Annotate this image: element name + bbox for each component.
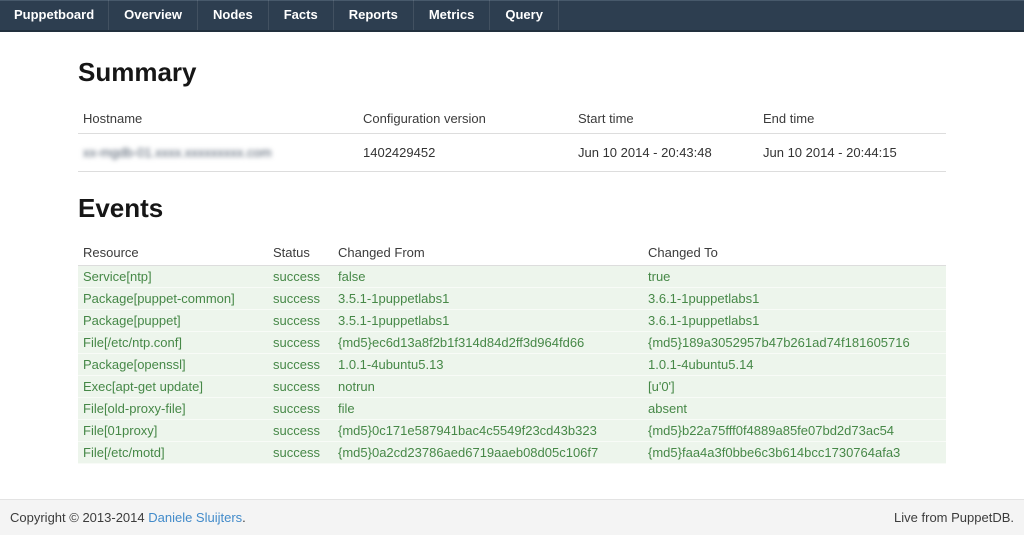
event-changed-to: {md5}189a3052957b47b261ad74f181605716	[643, 331, 946, 353]
hostname-link-redacted[interactable]: xx-mgdb-01.xxxx.xxxxxxxxx.com	[83, 145, 272, 160]
summary-header-row: Hostname Configuration version Start tim…	[78, 104, 946, 134]
event-status: success	[268, 397, 333, 419]
copyright-text: Copyright © 2013-2014	[10, 510, 148, 525]
author-link[interactable]: Daniele Sluijters	[148, 510, 242, 525]
event-row: Service[ntp]successfalsetrue	[78, 265, 946, 287]
event-changed-to: true	[643, 265, 946, 287]
event-resource: Service[ntp]	[78, 265, 268, 287]
nav-item-facts[interactable]: Facts	[269, 0, 334, 30]
event-status: success	[268, 265, 333, 287]
nav-item-nodes[interactable]: Nodes	[198, 0, 269, 30]
event-changed-from: 3.5.1-1puppetlabs1	[333, 309, 643, 331]
summary-row: xx-mgdb-01.xxxx.xxxxxxxxx.com 1402429452…	[78, 133, 946, 171]
footer: Copyright © 2013-2014 Daniele Sluijters.…	[0, 499, 1024, 535]
navbar-brand[interactable]: Puppetboard	[0, 0, 109, 30]
event-changed-from: {md5}ec6d13a8f2b1f314d84d2ff3d964fd66	[333, 331, 643, 353]
live-from-puppetdb-status: Live from PuppetDB.	[894, 510, 1014, 525]
event-resource: Exec[apt-get update]	[78, 375, 268, 397]
summary-col-end-time: End time	[758, 104, 946, 134]
event-row: Package[puppet-common]success3.5.1-1pupp…	[78, 287, 946, 309]
report-page: Summary Hostname Configuration version S…	[0, 32, 1024, 499]
event-changed-from: 3.5.1-1puppetlabs1	[333, 287, 643, 309]
end-time-value: Jun 10 2014 - 20:44:15	[758, 133, 946, 171]
copyright-suffix: .	[242, 510, 246, 525]
summary-col-hostname: Hostname	[78, 104, 358, 134]
events-col-changed-to: Changed To	[643, 240, 946, 266]
copyright: Copyright © 2013-2014 Daniele Sluijters.	[10, 510, 246, 525]
event-resource: File[/etc/motd]	[78, 441, 268, 463]
event-resource: Package[puppet]	[78, 309, 268, 331]
events-table: Resource Status Changed From Changed To …	[78, 240, 946, 464]
summary-heading: Summary	[78, 58, 946, 88]
event-row: Package[puppet]success3.5.1-1puppetlabs1…	[78, 309, 946, 331]
event-changed-from: {md5}0c171e587941bac4c5549f23cd43b323	[333, 419, 643, 441]
event-changed-to: [u'0']	[643, 375, 946, 397]
event-row: File[old-proxy-file]successfileabsent	[78, 397, 946, 419]
nav-item-reports[interactable]: Reports	[334, 0, 414, 30]
event-changed-from: file	[333, 397, 643, 419]
event-changed-from: {md5}0a2cd23786aed6719aaeb08d05c106f7	[333, 441, 643, 463]
events-col-status: Status	[268, 240, 333, 266]
event-status: success	[268, 309, 333, 331]
event-changed-to: 3.6.1-1puppetlabs1	[643, 309, 946, 331]
nav-item-query[interactable]: Query	[490, 0, 559, 30]
event-row: Package[openssl]success1.0.1-4ubuntu5.13…	[78, 353, 946, 375]
event-status: success	[268, 419, 333, 441]
event-resource: File[/etc/ntp.conf]	[78, 331, 268, 353]
event-changed-from: notrun	[333, 375, 643, 397]
event-status: success	[268, 353, 333, 375]
event-changed-to: 1.0.1-4ubuntu5.14	[643, 353, 946, 375]
event-changed-to: {md5}b22a75fff0f4889a85fe07bd2d73ac54	[643, 419, 946, 441]
event-row: File[01proxy]success{md5}0c171e587941bac…	[78, 419, 946, 441]
summary-col-start-time: Start time	[573, 104, 758, 134]
events-col-resource: Resource	[78, 240, 268, 266]
events-heading: Events	[78, 194, 946, 224]
top-navbar: Puppetboard Overview Nodes Facts Reports…	[0, 0, 1024, 32]
event-changed-from: false	[333, 265, 643, 287]
event-changed-to: 3.6.1-1puppetlabs1	[643, 287, 946, 309]
event-status: success	[268, 331, 333, 353]
event-resource: File[old-proxy-file]	[78, 397, 268, 419]
nav-item-overview[interactable]: Overview	[109, 0, 198, 30]
hostname-cell: xx-mgdb-01.xxxx.xxxxxxxxx.com	[78, 133, 358, 171]
events-col-changed-from: Changed From	[333, 240, 643, 266]
nav-item-metrics[interactable]: Metrics	[414, 0, 491, 30]
event-row: Exec[apt-get update]successnotrun[u'0']	[78, 375, 946, 397]
event-changed-from: 1.0.1-4ubuntu5.13	[333, 353, 643, 375]
events-header-row: Resource Status Changed From Changed To	[78, 240, 946, 266]
event-status: success	[268, 287, 333, 309]
event-status: success	[268, 441, 333, 463]
summary-table: Hostname Configuration version Start tim…	[78, 104, 946, 172]
event-changed-to: absent	[643, 397, 946, 419]
event-resource: Package[puppet-common]	[78, 287, 268, 309]
config-version-value: 1402429452	[358, 133, 573, 171]
event-resource: File[01proxy]	[78, 419, 268, 441]
event-changed-to: {md5}faa4a3f0bbe6c3b614bcc1730764afa3	[643, 441, 946, 463]
start-time-value: Jun 10 2014 - 20:43:48	[573, 133, 758, 171]
event-row: File[/etc/ntp.conf]success{md5}ec6d13a8f…	[78, 331, 946, 353]
event-status: success	[268, 375, 333, 397]
summary-col-config-version: Configuration version	[358, 104, 573, 134]
event-row: File[/etc/motd]success{md5}0a2cd23786aed…	[78, 441, 946, 463]
event-resource: Package[openssl]	[78, 353, 268, 375]
